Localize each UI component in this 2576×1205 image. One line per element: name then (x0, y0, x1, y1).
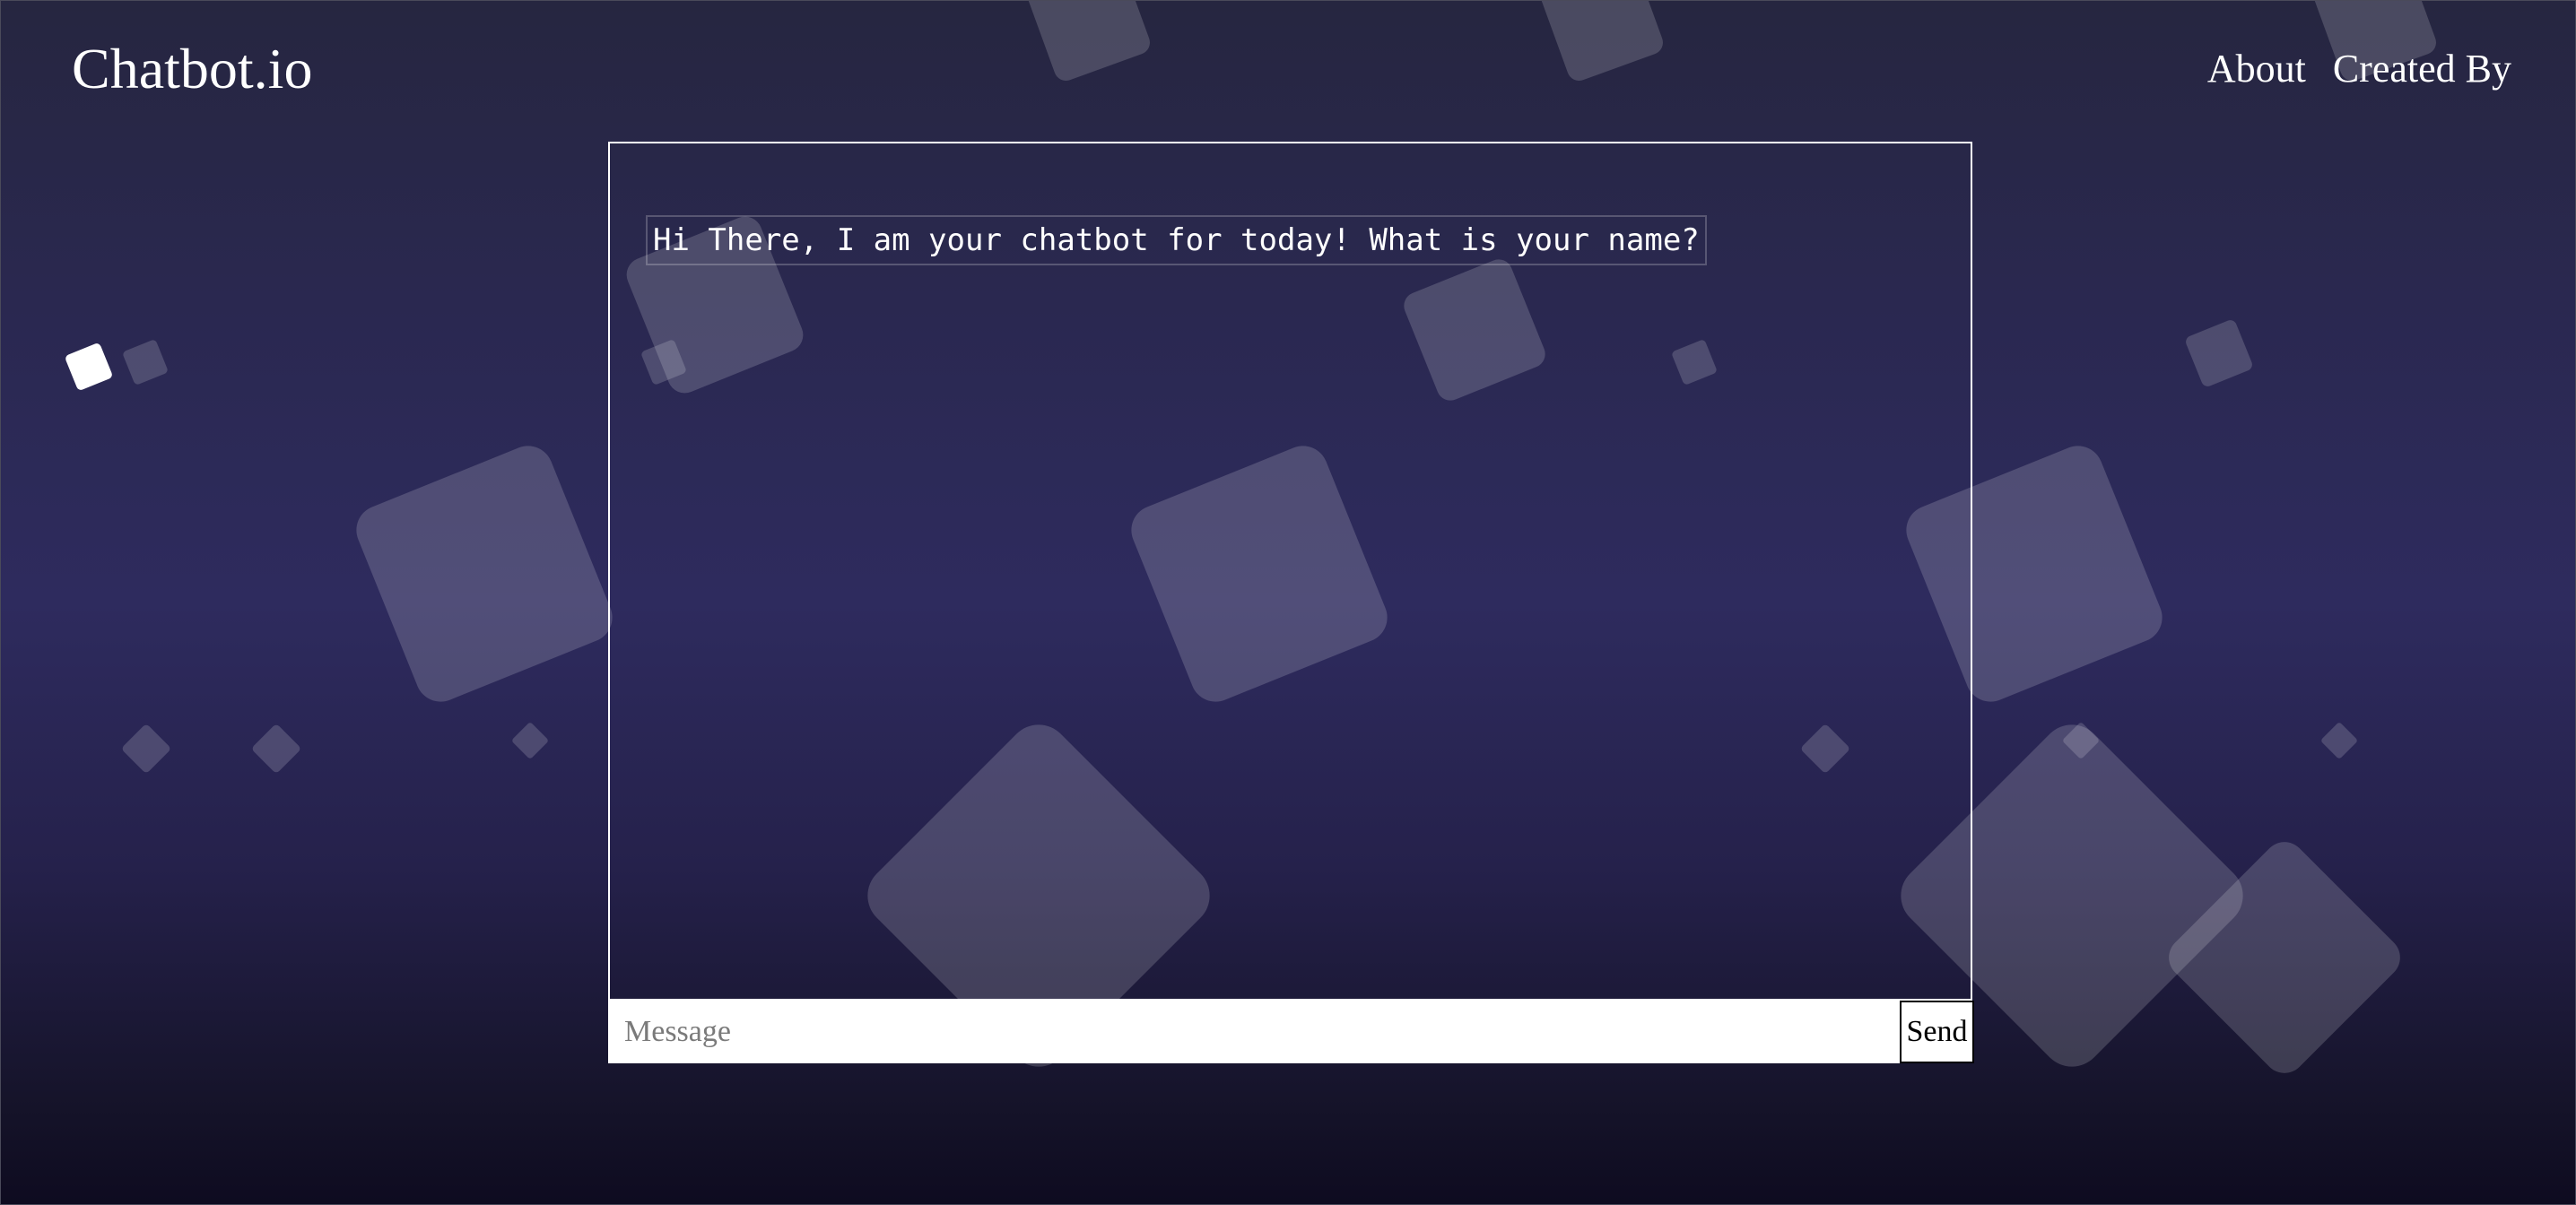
background-square (250, 723, 302, 775)
background-square (1024, 0, 1153, 84)
background-square (121, 338, 170, 386)
background-square (2160, 833, 2409, 1082)
app-logo-title[interactable]: Chatbot.io (72, 30, 312, 108)
background-square (2183, 317, 2255, 389)
background-square (510, 721, 550, 760)
background-square (2319, 721, 2359, 760)
top-nav: About Created By (2207, 39, 2511, 99)
background-square (120, 723, 172, 775)
chat-window (608, 142, 1972, 1001)
nav-link-about[interactable]: About (2207, 39, 2306, 99)
bot-message: Hi There, I am your chatbot for today! W… (646, 215, 1707, 265)
background-square (348, 438, 621, 710)
background-square (64, 342, 114, 392)
background-square (2061, 721, 2101, 760)
send-button[interactable]: Send (1900, 1001, 1974, 1063)
background-square (1537, 0, 1667, 84)
nav-link-created-by[interactable]: Created By (2333, 39, 2511, 99)
message-input[interactable] (608, 1001, 1900, 1063)
message-composer: Send (608, 1001, 1974, 1063)
